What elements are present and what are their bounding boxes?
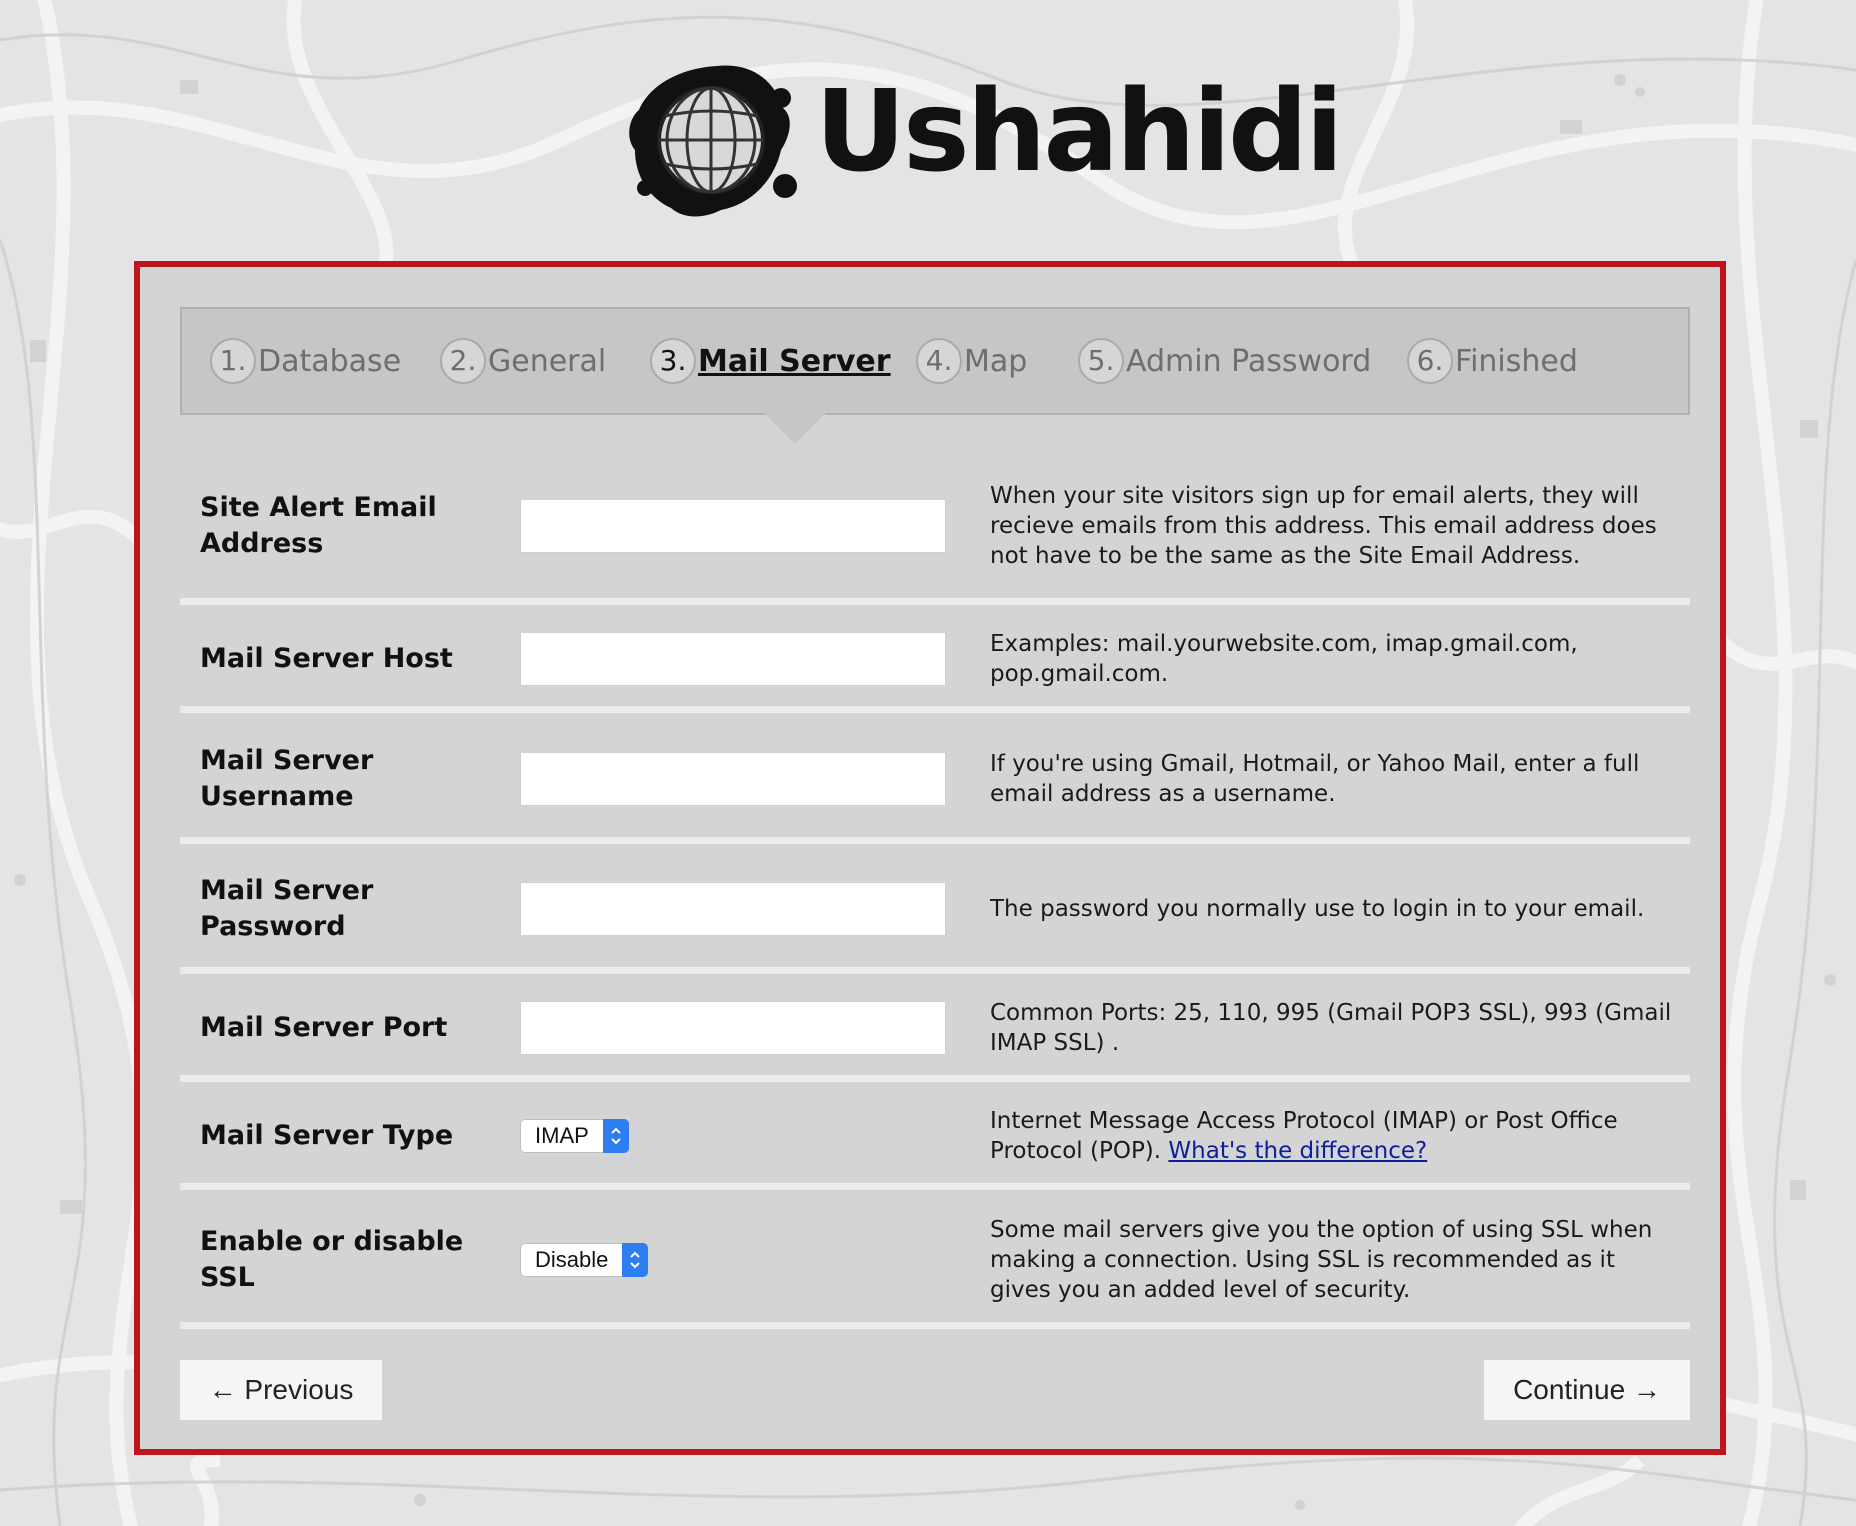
- row-divider: [180, 1075, 1690, 1082]
- field-help: Internet Message Access Protocol (IMAP) …: [990, 1106, 1680, 1166]
- step-label: Map: [964, 343, 1028, 379]
- step-number: 2.: [440, 338, 486, 384]
- select-value: Disable: [535, 1246, 609, 1272]
- continue-button[interactable]: Continue →: [1484, 1360, 1690, 1420]
- step-map[interactable]: 4. Map: [916, 337, 1027, 385]
- step-label: Mail Server: [698, 343, 891, 379]
- step-general[interactable]: 2. General: [440, 337, 606, 385]
- form-row-ssl: Enable or disable SSL Disable Some mail …: [180, 1190, 1690, 1329]
- step-label: Finished: [1455, 343, 1578, 379]
- field-help: Common Ports: 25, 110, 995 (Gmail POP3 S…: [990, 1000, 1672, 1056]
- step-number: 3.: [650, 338, 696, 384]
- row-divider: [180, 837, 1690, 844]
- step-admin-password[interactable]: 5. Admin Password: [1078, 337, 1371, 385]
- step-mail-server[interactable]: 3. Mail Server: [650, 337, 891, 385]
- field-label: Site Alert Email Address: [200, 492, 437, 559]
- step-number: 6.: [1407, 338, 1453, 384]
- row-divider: [180, 706, 1690, 713]
- form-row-mail-username: Mail Server Username If you're using Gma…: [180, 713, 1690, 844]
- step-label: Database: [258, 343, 402, 379]
- form-row-mail-host: Mail Server Host Examples: mail.yourwebs…: [180, 605, 1690, 713]
- form-row-alert-email: Site Alert Email Address When your site …: [180, 447, 1690, 605]
- field-help: The password you normally use to login i…: [990, 896, 1645, 922]
- step-finished[interactable]: 6. Finished: [1407, 337, 1578, 385]
- field-label: Enable or disable SSL: [200, 1225, 464, 1293]
- row-divider: [180, 1322, 1690, 1329]
- previous-button[interactable]: ← Previous: [180, 1360, 382, 1420]
- step-number: 1.: [210, 338, 256, 384]
- mail-server-port-input[interactable]: [520, 1001, 946, 1055]
- form-row-mail-port: Mail Server Port Common Ports: 25, 110, …: [180, 974, 1690, 1082]
- field-help: Examples: mail.yourwebsite.com, imap.gma…: [990, 631, 1578, 687]
- form-row-mail-password: Mail Server Password The password you no…: [180, 844, 1690, 974]
- field-label: Mail Server Host: [200, 643, 453, 674]
- globe-splat-logo-icon: [629, 65, 797, 217]
- installer-panel: 1. Database 2. General 3. Mail Server 4.…: [134, 261, 1726, 1455]
- form-row-mail-type: Mail Server Type IMAP Internet Message A…: [180, 1082, 1690, 1190]
- step-label: General: [488, 343, 607, 379]
- row-divider: [180, 598, 1690, 605]
- mail-server-type-select[interactable]: IMAP: [520, 1119, 629, 1153]
- whats-the-difference-link[interactable]: What's the difference?: [1168, 1138, 1427, 1164]
- step-navigation: 1. Database 2. General 3. Mail Server 4.…: [180, 307, 1690, 444]
- row-divider: [180, 967, 1690, 974]
- field-help: If you're using Gmail, Hotmail, or Yahoo…: [990, 750, 1640, 807]
- ssl-select[interactable]: Disable: [520, 1242, 649, 1277]
- field-label: Mail Server Port: [200, 1012, 448, 1043]
- brand-name: Ushahidi: [815, 67, 1344, 197]
- row-divider: [180, 1183, 1690, 1190]
- field-help: When your site visitors sign up for emai…: [990, 483, 1657, 569]
- select-value: IMAP: [535, 1123, 589, 1148]
- field-label: Mail Server Type: [200, 1120, 454, 1151]
- field-label: Mail Server Password: [200, 875, 374, 942]
- step-number: 4.: [916, 338, 962, 384]
- step-database[interactable]: 1. Database: [210, 337, 401, 385]
- ushahidi-logo[interactable]: Ushahidi: [625, 58, 1344, 228]
- mail-server-host-input[interactable]: [520, 632, 946, 686]
- mail-server-password-input[interactable]: [520, 882, 946, 936]
- mail-server-username-input[interactable]: [520, 751, 946, 806]
- step-label: Admin Password: [1126, 343, 1372, 379]
- field-help: Some mail servers give you the option of…: [990, 1216, 1653, 1303]
- site-alert-email-input[interactable]: [520, 499, 946, 553]
- field-label: Mail Server Username: [200, 744, 374, 812]
- updown-chevron-icon: [602, 1119, 629, 1153]
- step-number: 5.: [1078, 338, 1124, 384]
- updown-chevron-icon: [622, 1242, 649, 1277]
